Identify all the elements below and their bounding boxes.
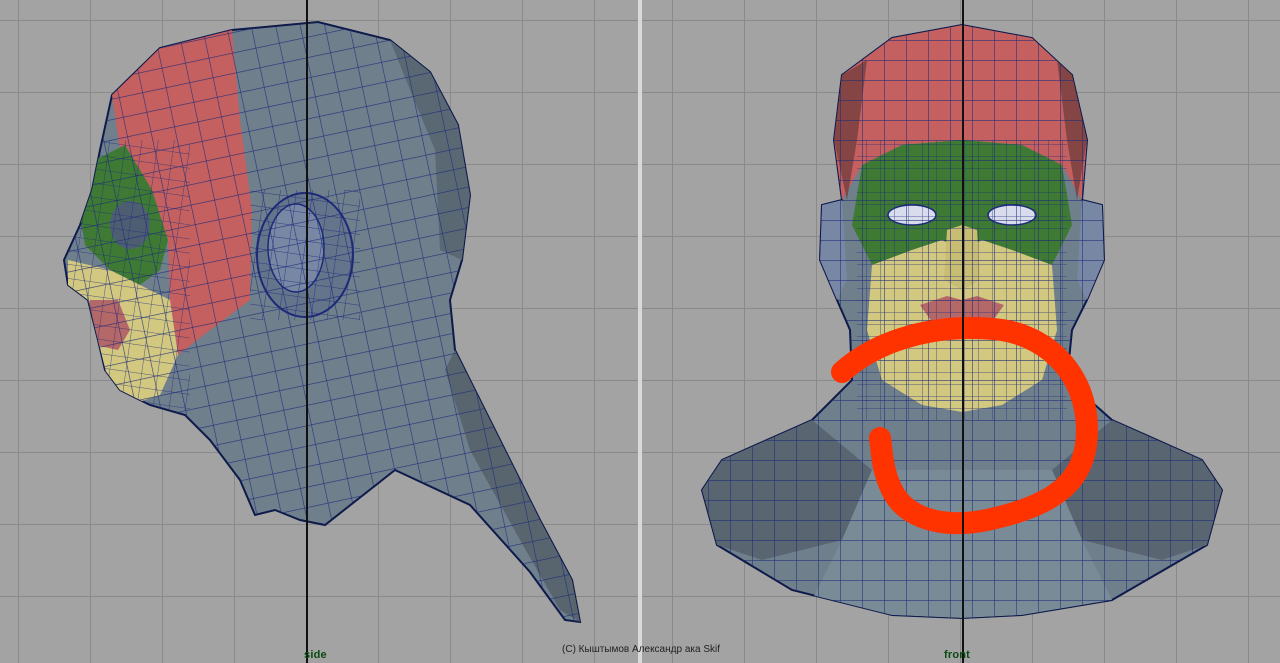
side-head-model[interactable] <box>0 0 638 663</box>
front-viewport[interactable]: front <box>642 0 1280 663</box>
front-viewport-label: front <box>944 649 971 661</box>
side-viewport-label: side <box>304 649 327 661</box>
side-vertical-axis <box>306 0 308 663</box>
front-vertical-axis <box>962 0 964 663</box>
front-head-model[interactable] <box>642 0 1280 663</box>
side-viewport[interactable]: side <box>0 0 638 663</box>
copyright-credit: (C) Кыштымов Александр ака Skif <box>562 644 720 655</box>
